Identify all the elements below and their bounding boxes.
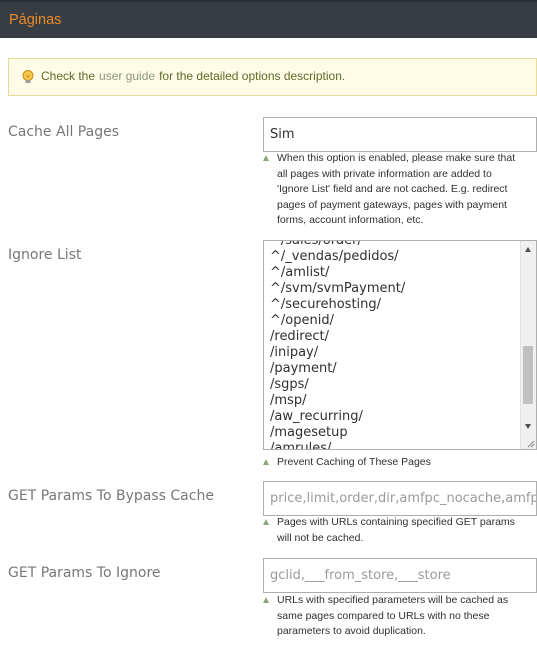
get-bypass-label: GET Params To Bypass Cache bbox=[8, 488, 214, 504]
get-bypass-input[interactable]: price,limit,order,dir,amfpc_nocache,amfp… bbox=[263, 481, 537, 516]
get-ignore-label: GET Params To Ignore bbox=[8, 565, 161, 581]
note-line: When this option is enabled, please make… bbox=[277, 152, 516, 164]
note-arrow-icon bbox=[263, 459, 269, 465]
note-line: Prevent Caching of These Pages bbox=[277, 456, 431, 468]
note-line: pages of payment gateways, pages with pa… bbox=[277, 198, 507, 211]
ignore-list-line: /sgps/ bbox=[270, 377, 309, 392]
scroll-down-icon[interactable] bbox=[525, 424, 531, 429]
note-line: 'Ignore List' field and are not cached. … bbox=[277, 183, 508, 196]
note-arrow-icon bbox=[263, 519, 269, 525]
info-notice: Check the user guide for the detailed opti… bbox=[8, 58, 537, 96]
note-line: same pages compared to URLs with no thes… bbox=[277, 609, 490, 622]
ignore-list-line: ^/_vendas/pedidos/ bbox=[270, 249, 399, 264]
ignore-list-line: /inipay/ bbox=[270, 345, 319, 360]
note-line: Pages with URLs containing specified GET… bbox=[277, 516, 515, 528]
ignore-list-line: /payment/ bbox=[270, 361, 337, 376]
note-line: will not be cached. bbox=[277, 531, 364, 544]
ignore-list-line: /magesetup bbox=[270, 425, 348, 440]
note-arrow-icon bbox=[263, 155, 269, 161]
note-line: parameters to avoid duplication. bbox=[277, 625, 426, 638]
cache-all-label: Cache All Pages bbox=[8, 124, 119, 140]
ignore-list-note: Prevent Caching of These Pages bbox=[263, 455, 525, 471]
ignore-list-textarea[interactable]: ^/sales/order/^/_vendas/pedidos/^/amlist… bbox=[263, 240, 537, 450]
section-header[interactable]: Páginas bbox=[0, 0, 537, 38]
note-line: URLs with specified parameters will be c… bbox=[277, 594, 509, 606]
notice-text-after: for the detailed options description. bbox=[159, 69, 346, 83]
ignore-list-content: ^/sales/order/^/_vendas/pedidos/^/amlist… bbox=[270, 240, 518, 450]
ignore-list-line: /aw_recurring/ bbox=[270, 409, 363, 424]
user-guide-link[interactable]: user guide bbox=[99, 69, 155, 83]
cache-all-note: When this option is enabled, please make… bbox=[263, 151, 525, 229]
ignore-list-line: /msp/ bbox=[270, 393, 307, 408]
scroll-up-icon[interactable] bbox=[525, 247, 531, 252]
get-ignore-note: URLs with specified parameters will be c… bbox=[263, 593, 525, 640]
note-line: forms, account information, etc. bbox=[277, 214, 424, 227]
get-bypass-note: Pages with URLs containing specified GET… bbox=[263, 515, 525, 546]
resize-handle-icon[interactable] bbox=[527, 440, 535, 448]
ignore-list-line: ^/amlist/ bbox=[270, 265, 330, 280]
notice-text-before: Check the bbox=[41, 69, 96, 83]
scroll-thumb[interactable] bbox=[523, 346, 533, 404]
note-arrow-icon bbox=[263, 597, 269, 603]
cache-all-select[interactable]: Sim bbox=[263, 117, 537, 152]
lightbulb-icon bbox=[22, 70, 34, 83]
ignore-list-line: ^/sales/order/ bbox=[270, 240, 362, 248]
get-ignore-input[interactable]: gclid,___from_store,___store bbox=[263, 558, 537, 593]
note-line: all pages with private information are a… bbox=[277, 167, 492, 180]
ignore-list-line: /amrules/ bbox=[270, 441, 332, 450]
ignore-list-line: ^/openid/ bbox=[270, 313, 334, 328]
ignore-list-line: ^/securehosting/ bbox=[270, 297, 382, 312]
ignore-list-label: Ignore List bbox=[8, 247, 82, 263]
textarea-scrollbar[interactable] bbox=[520, 241, 536, 449]
ignore-list-line: /redirect/ bbox=[270, 329, 329, 344]
ignore-list-line: ^/svm/svmPayment/ bbox=[270, 281, 406, 296]
section-title: Páginas bbox=[9, 12, 62, 28]
